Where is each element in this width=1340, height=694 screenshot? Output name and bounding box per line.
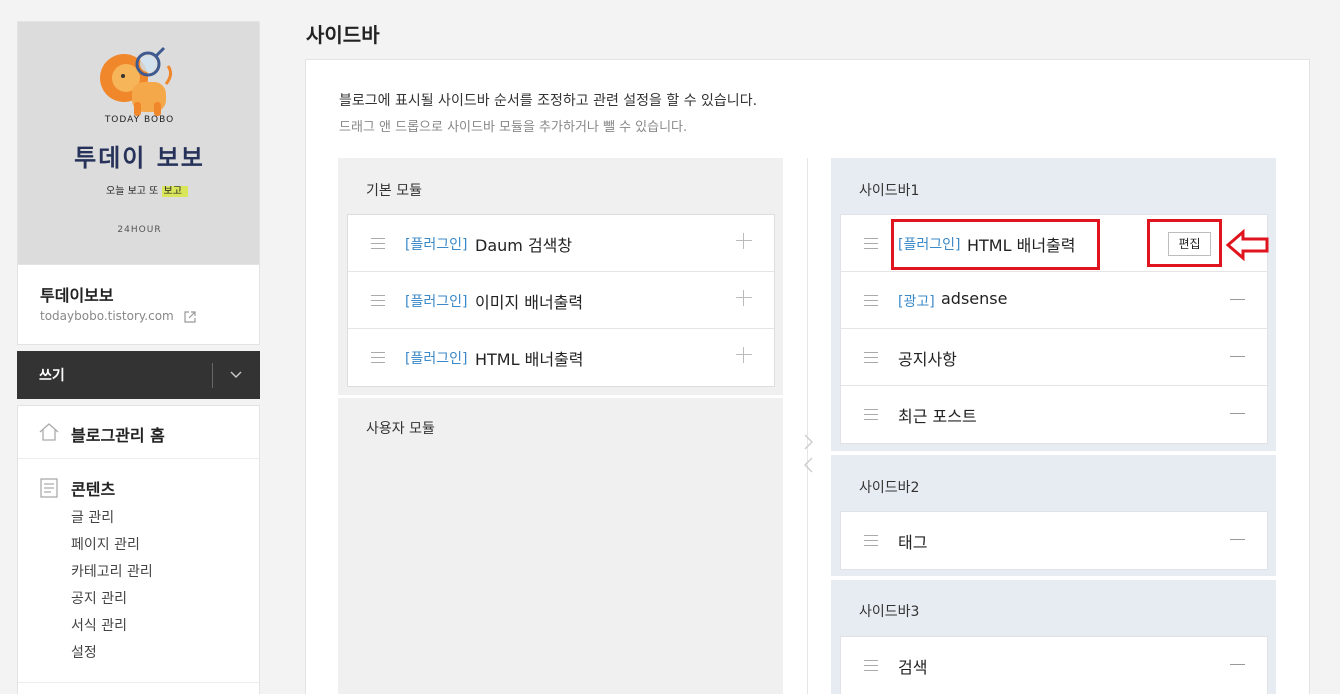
menu-content-label: 콘텐츠	[71, 480, 116, 499]
drag-handle-icon[interactable]	[864, 660, 878, 671]
add-module-icon[interactable]	[736, 347, 752, 363]
section-divider	[338, 395, 783, 398]
remove-module-icon[interactable]	[1230, 299, 1245, 300]
module-item[interactable]: [플러그인] Daum 검색창	[348, 215, 774, 272]
module-tag: [광고]	[898, 294, 935, 310]
sidebar2-heading: 사이드바2	[859, 480, 920, 496]
submenu-notice-manage[interactable]: 공지 관리	[71, 589, 153, 616]
remove-module-icon[interactable]	[1230, 539, 1245, 540]
module-item[interactable]: 최근 포스트	[841, 386, 1267, 443]
home-icon	[39, 423, 59, 441]
add-module-icon[interactable]	[736, 290, 752, 306]
module-item[interactable]: 검색	[841, 637, 1267, 694]
red-arrow-icon	[1225, 228, 1269, 262]
basic-module-heading: 기본 모듈	[366, 183, 422, 199]
document-icon	[40, 478, 58, 498]
logo-title: 투데이 보보	[74, 144, 205, 172]
add-module-icon[interactable]	[736, 233, 752, 249]
module-item[interactable]: [플러그인] 이미지 배너출력	[348, 272, 774, 329]
sidebar2-module-list: 태그	[840, 511, 1268, 570]
page-title: 사이드바	[306, 23, 380, 47]
sidebar3-module-list: 검색	[840, 636, 1268, 694]
sidebar1-heading: 사이드바1	[859, 183, 920, 199]
drag-handle-icon[interactable]	[371, 352, 385, 363]
highlight-box-edit	[1147, 219, 1222, 267]
blog-info: 투데이보보 todaybobo.tistory.com	[17, 264, 260, 345]
content-submenu: 글 관리 페이지 관리 카테고리 관리 공지 관리 서식 관리 설정	[71, 508, 153, 670]
module-item[interactable]: [광고] adsense	[841, 272, 1267, 329]
submenu-category-manage[interactable]: 카테고리 관리	[71, 562, 153, 589]
module-name: 이미지 배너출력	[475, 293, 584, 312]
write-divider	[212, 363, 213, 388]
blog-cover[interactable]: TODAY BOBO 투데이 보보 오늘 보고 또 보고 24HOUR	[17, 21, 260, 264]
module-name: Daum 검색창	[475, 236, 573, 255]
module-item[interactable]: 공지사항	[841, 329, 1267, 386]
remove-module-icon[interactable]	[1230, 356, 1245, 357]
page-description: 블로그에 표시될 사이드바 순서를 조정하고 관련 설정을 할 수 있습니다.	[339, 93, 758, 109]
submenu-post-manage[interactable]: 글 관리	[71, 508, 153, 535]
logo-subtitle: 오늘 보고 또 보고	[106, 182, 188, 197]
menu-home-label: 블로그관리 홈	[71, 426, 165, 445]
module-name: HTML 배너출력	[475, 350, 584, 369]
chevron-left-icon[interactable]	[801, 456, 815, 474]
submenu-page-manage[interactable]: 페이지 관리	[71, 535, 153, 562]
drag-handle-icon[interactable]	[864, 238, 878, 249]
page-subdescription: 드래그 앤 드롭으로 사이드바 모듈을 추가하거나 뺄 수 있습니다.	[339, 120, 688, 135]
menu-home[interactable]: 블로그관리 홈	[18, 406, 259, 459]
blog-name[interactable]: 투데이보보	[40, 282, 114, 306]
drag-handle-icon[interactable]	[371, 295, 385, 306]
module-tag: [플러그인]	[405, 237, 468, 253]
logo-subtitle-highlight: 보고	[161, 186, 188, 197]
module-name: adsense	[941, 289, 1008, 308]
chevron-down-icon	[230, 371, 242, 378]
remove-module-icon[interactable]	[1230, 413, 1245, 414]
write-bar: 쓰기	[17, 351, 260, 399]
basic-module-list: [플러그인] Daum 검색창 [플러그인] 이미지 배너출력 [플러그인] H…	[347, 214, 775, 387]
submenu-settings[interactable]: 설정	[71, 643, 153, 670]
column-divider	[807, 158, 808, 694]
blog-url-link[interactable]: todaybobo.tistory.com	[40, 309, 174, 323]
remove-module-icon[interactable]	[1230, 664, 1245, 665]
chevron-right-icon[interactable]	[801, 433, 815, 451]
drag-handle-icon[interactable]	[864, 535, 878, 546]
highlight-box-module	[891, 219, 1100, 270]
menu-divider	[18, 682, 259, 683]
drag-handle-icon[interactable]	[371, 238, 385, 249]
drag-handle-icon[interactable]	[864, 409, 878, 420]
module-name: 검색	[898, 658, 928, 677]
logo-subtitle-plain: 오늘 보고 또	[106, 186, 162, 197]
user-module-heading: 사용자 모듈	[366, 421, 435, 437]
module-name: 공지사항	[898, 350, 957, 369]
write-button[interactable]: 쓰기	[39, 365, 65, 385]
external-link-icon[interactable]	[183, 310, 197, 324]
submenu-template-manage[interactable]: 서식 관리	[71, 616, 153, 643]
logo-label: TODAY BOBO	[104, 115, 175, 125]
module-item[interactable]: [플러그인] HTML 배너출력	[348, 329, 774, 386]
admin-menu: 블로그관리 홈 콘텐츠 글 관리 페이지 관리 카테고리 관리 공지 관리 서식…	[17, 405, 260, 694]
module-tag: [플러그인]	[405, 294, 468, 310]
module-name: 태그	[898, 533, 928, 552]
drag-handle-icon[interactable]	[864, 295, 878, 306]
module-name: 최근 포스트	[898, 407, 977, 426]
module-item[interactable]: 태그	[841, 512, 1267, 569]
write-dropdown-button[interactable]	[225, 364, 247, 386]
logo-hour: 24HOUR	[117, 225, 162, 235]
lion-logo-icon	[100, 46, 173, 116]
drag-handle-icon[interactable]	[864, 352, 878, 363]
sidebar3-heading: 사이드바3	[859, 604, 920, 620]
module-tag: [플러그인]	[405, 351, 468, 367]
